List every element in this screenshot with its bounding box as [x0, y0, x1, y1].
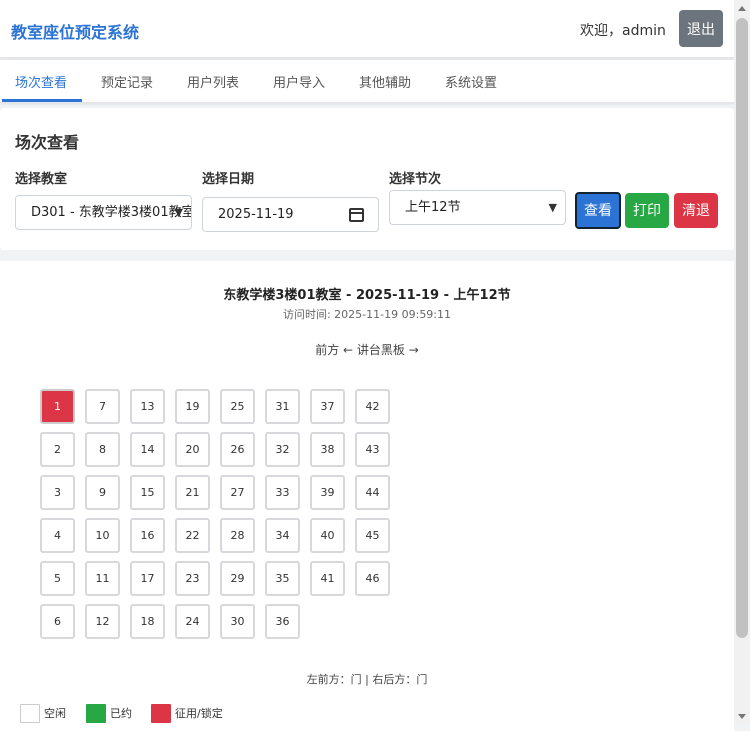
seat-14[interactable]: 14 — [130, 432, 165, 467]
seat-5[interactable]: 5 — [40, 561, 75, 596]
seat-8[interactable]: 8 — [85, 432, 120, 467]
chevron-down-icon: ▼ — [548, 201, 557, 214]
nav-tabs: 场次查看 预定记录 用户列表 用户导入 其他辅助 系统设置 — [0, 60, 734, 103]
scroll-up-arrow-icon[interactable] — [738, 6, 746, 11]
door-note: 左前方：门 | 右后方：门 — [306, 673, 428, 686]
seat-22[interactable]: 22 — [175, 518, 210, 553]
logout-button[interactable]: 退出 — [679, 10, 723, 47]
classroom-select-value: D301 - 东教学楼3楼01教室 — [31, 205, 192, 220]
date-input-value: 2025-11-19 — [218, 207, 294, 222]
welcome-text: 欢迎，admin — [580, 23, 666, 39]
clear-button[interactable]: 清退 — [674, 193, 718, 228]
view-button[interactable]: 查看 — [575, 192, 621, 229]
filter-card: 场次查看 选择教室 D301 - 东教学楼3楼01教室 ▼ 选择日期 2025-… — [0, 108, 734, 250]
active-tab-indicator — [2, 99, 82, 102]
tab-other-tools[interactable]: 其他辅助 — [359, 72, 411, 91]
seat-11[interactable]: 11 — [85, 561, 120, 596]
period-select-value: 上午12节 — [405, 200, 461, 215]
section-title: 场次查看 — [15, 133, 80, 152]
seat-10[interactable]: 10 — [85, 518, 120, 553]
seat-13[interactable]: 13 — [130, 389, 165, 424]
seat-7[interactable]: 7 — [85, 389, 120, 424]
seat-30[interactable]: 30 — [220, 604, 255, 639]
print-button[interactable]: 打印 — [625, 193, 669, 228]
top-header: 教室座位预定系统 欢迎，admin 退出 — [0, 0, 734, 58]
seat-44[interactable]: 44 — [355, 475, 390, 510]
seat-25[interactable]: 25 — [220, 389, 255, 424]
tab-booking-records[interactable]: 预定记录 — [101, 72, 153, 91]
seat-24[interactable]: 24 — [175, 604, 210, 639]
seat-19[interactable]: 19 — [175, 389, 210, 424]
legend-booked-label: 已约 — [110, 707, 132, 720]
seat-1[interactable]: 1 — [40, 389, 75, 424]
seat-9[interactable]: 9 — [85, 475, 120, 510]
seat-27[interactable]: 27 — [220, 475, 255, 510]
seat-29[interactable]: 29 — [220, 561, 255, 596]
legend-locked-swatch — [151, 704, 171, 723]
classroom-label: 选择教室 — [15, 172, 68, 187]
period-select[interactable]: 上午12节 ▼ — [389, 190, 566, 225]
seat-15[interactable]: 15 — [130, 475, 165, 510]
seat-18[interactable]: 18 — [130, 604, 165, 639]
tab-user-import[interactable]: 用户导入 — [273, 72, 325, 91]
seat-16[interactable]: 16 — [130, 518, 165, 553]
chevron-down-icon: ▼ — [174, 206, 183, 219]
date-input[interactable]: 2025-11-19 — [202, 197, 379, 232]
seat-17[interactable]: 17 — [130, 561, 165, 596]
seat-39[interactable]: 39 — [310, 475, 345, 510]
seat-35[interactable]: 35 — [265, 561, 300, 596]
scroll-thumb[interactable] — [736, 18, 748, 638]
seat-38[interactable]: 38 — [310, 432, 345, 467]
page: 教室座位预定系统 欢迎，admin 退出 场次查看 预定记录 用户列表 用户导入… — [0, 0, 734, 731]
seat-12[interactable]: 12 — [85, 604, 120, 639]
vertical-scrollbar[interactable] — [734, 0, 750, 725]
legend-free-swatch — [20, 704, 40, 723]
seat-28[interactable]: 28 — [220, 518, 255, 553]
seat-40[interactable]: 40 — [310, 518, 345, 553]
seat-4[interactable]: 4 — [40, 518, 75, 553]
period-label: 选择节次 — [389, 172, 442, 187]
app-title: 教室座位预定系统 — [11, 23, 140, 42]
seat-20[interactable]: 20 — [175, 432, 210, 467]
seat-31[interactable]: 31 — [265, 389, 300, 424]
seat-46[interactable]: 46 — [355, 561, 390, 596]
calendar-icon[interactable] — [349, 208, 364, 222]
seat-21[interactable]: 21 — [175, 475, 210, 510]
scroll-down-arrow-icon[interactable] — [738, 714, 746, 719]
legend-booked-swatch — [86, 704, 106, 723]
seat-37[interactable]: 37 — [310, 389, 345, 424]
seat-36[interactable]: 36 — [265, 604, 300, 639]
seat-map-panel: 东教学楼3楼01教室 - 2025-11-19 - 上午12节 访问时间: 20… — [0, 261, 734, 731]
seat-42[interactable]: 42 — [355, 389, 390, 424]
tab-session-view[interactable]: 场次查看 — [15, 72, 67, 91]
seat-45[interactable]: 45 — [355, 518, 390, 553]
room-session-title: 东教学楼3楼01教室 - 2025-11-19 - 上午12节 — [223, 288, 511, 303]
legend-locked-label: 征用/锁定 — [175, 707, 223, 720]
tab-user-list[interactable]: 用户列表 — [187, 72, 239, 91]
seat-33[interactable]: 33 — [265, 475, 300, 510]
seat-32[interactable]: 32 — [265, 432, 300, 467]
tab-system-settings[interactable]: 系统设置 — [445, 72, 497, 91]
classroom-select[interactable]: D301 - 东教学楼3楼01教室 ▼ — [15, 195, 192, 230]
seat-23[interactable]: 23 — [175, 561, 210, 596]
seat-26[interactable]: 26 — [220, 432, 255, 467]
legend-free-label: 空闲 — [44, 707, 66, 720]
seat-43[interactable]: 43 — [355, 432, 390, 467]
date-label: 选择日期 — [202, 172, 255, 187]
seat-41[interactable]: 41 — [310, 561, 345, 596]
seat-34[interactable]: 34 — [265, 518, 300, 553]
front-blackboard-label: 前方 ← 讲台黑板 → — [315, 343, 419, 357]
seat-2[interactable]: 2 — [40, 432, 75, 467]
access-time: 访问时间: 2025-11-19 09:59:11 — [282, 308, 452, 321]
seat-3[interactable]: 3 — [40, 475, 75, 510]
seat-6[interactable]: 6 — [40, 604, 75, 639]
